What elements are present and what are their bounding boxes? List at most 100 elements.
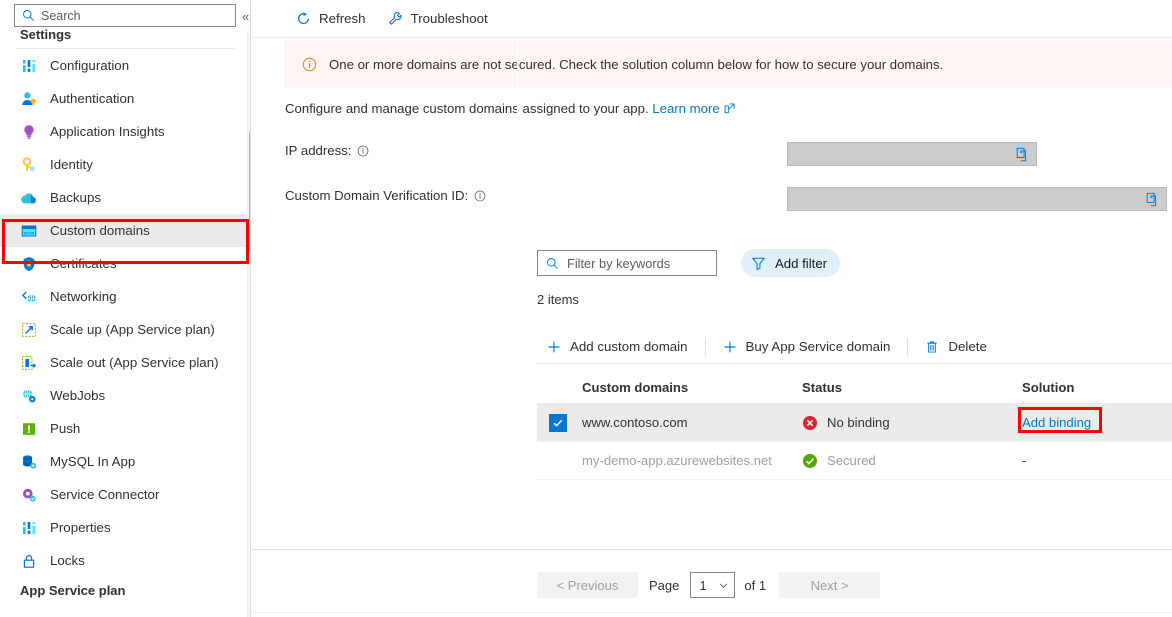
search-box[interactable]	[14, 4, 236, 27]
sidebar-item-custom-domains[interactable]: www Custom domains	[0, 214, 250, 247]
search-icon	[546, 257, 559, 270]
previous-page-button[interactable]: < Previous	[537, 572, 638, 598]
plus-icon	[723, 340, 737, 354]
info-icon[interactable]	[357, 145, 369, 157]
table-row[interactable]: my-demo-app.azurewebsites.net Secured - …	[537, 442, 1172, 480]
page-number-select[interactable]: 1	[690, 572, 736, 598]
warning-banner-text: One or more domains are not secured. Che…	[329, 56, 944, 72]
ip-address-label: IP address:	[285, 143, 369, 158]
page-number-value: 1	[699, 577, 707, 593]
sidebar-item-label: Scale up (App Service plan)	[50, 322, 215, 337]
filter-box[interactable]	[537, 250, 717, 276]
service-connector-icon	[20, 486, 38, 504]
item-count: 2 items	[537, 292, 579, 307]
main-content: Refresh Troubleshoot One or more domains…	[252, 0, 1172, 617]
add-custom-domain-label: Add custom domain	[570, 339, 688, 354]
verification-id-label-text: Custom Domain Verification ID:	[285, 188, 469, 203]
delete-label: Delete	[948, 339, 987, 354]
column-header-solution[interactable]: Solution	[1022, 380, 1172, 395]
delete-button[interactable]: Delete	[915, 332, 996, 362]
filter-funnel-icon	[751, 256, 766, 271]
next-page-button[interactable]: Next >	[779, 572, 881, 598]
sidebar-item-locks[interactable]: Locks	[0, 544, 250, 577]
sidebar-scrollbar[interactable]	[247, 30, 250, 617]
user-key-icon	[20, 90, 38, 108]
sidebar-group-settings: Settings	[20, 28, 72, 42]
sidebar-item-label: Networking	[50, 289, 117, 304]
sidebar-item-push[interactable]: Push	[0, 412, 250, 445]
status-label: No binding	[827, 415, 890, 430]
ip-address-label-text: IP address:	[285, 143, 352, 158]
sidebar-item-service-connector[interactable]: Service Connector	[0, 478, 250, 511]
page-command-bar: Refresh Troubleshoot	[252, 0, 1172, 38]
trash-icon	[925, 340, 939, 354]
sidebar-item-webjobs[interactable]: WebJobs	[0, 379, 250, 412]
info-circle-icon	[302, 57, 317, 72]
sidebar-item-label: Identity	[50, 157, 93, 172]
status-label: Secured	[827, 453, 876, 468]
sidebar-scrollbar-thumb[interactable]	[249, 130, 250, 253]
add-custom-domain-button[interactable]: Add custom domain	[537, 332, 698, 362]
learn-more-link[interactable]: Learn more	[652, 101, 719, 116]
sidebar-item-scale-up[interactable]: Scale up (App Service plan)	[0, 313, 250, 346]
sidebar-item-identity[interactable]: Identity	[0, 148, 250, 181]
webjobs-icon	[20, 387, 38, 405]
sidebar-item-backups[interactable]: Backups	[0, 181, 250, 214]
sidebar-group-app-service-plan: App Service plan	[20, 584, 126, 598]
add-binding-link[interactable]: Add binding	[1022, 415, 1091, 430]
buy-app-service-domain-button[interactable]: Buy App Service domain	[713, 332, 901, 362]
plus-icon	[547, 340, 561, 354]
sidebar-item-label: Properties	[50, 520, 111, 535]
collapse-sidebar-icon[interactable]: «	[242, 10, 249, 23]
info-icon[interactable]	[474, 190, 486, 202]
ip-address-value-box[interactable]	[787, 142, 1037, 166]
troubleshoot-button[interactable]: Troubleshoot	[380, 5, 496, 33]
lock-icon	[20, 552, 38, 570]
column-header-status[interactable]: Status	[802, 380, 1022, 395]
scale-up-icon	[20, 321, 38, 339]
key-icon	[20, 156, 38, 174]
network-icon	[20, 288, 38, 306]
add-filter-button[interactable]: Add filter	[741, 249, 841, 277]
sidebar-nav-scroll: Settings Configuration Authentication Ap…	[0, 28, 250, 617]
sidebar-item-networking[interactable]: Networking	[0, 280, 250, 313]
footer-bottom-divider	[252, 612, 1172, 613]
add-filter-label: Add filter	[775, 255, 828, 271]
cell-solution: Add binding	[1018, 407, 1172, 433]
shield-lock-icon	[20, 255, 38, 273]
refresh-button[interactable]: Refresh	[288, 5, 374, 33]
table-row[interactable]: www.contoso.com No binding Add binding -	[537, 404, 1172, 442]
row-checkbox[interactable]	[549, 413, 567, 432]
footer-divider	[252, 549, 1172, 550]
sidebar-item-configuration[interactable]: Configuration	[0, 49, 250, 82]
azure-portal-screen: « Settings Configuration	[0, 0, 1172, 617]
lightbulb-icon	[20, 123, 38, 141]
table-header-row: Custom domains Status Solution Binding t…	[537, 372, 1172, 404]
push-icon	[20, 420, 38, 438]
success-status-icon	[802, 453, 818, 469]
page-label: Page	[649, 577, 680, 593]
copy-icon[interactable]	[1015, 147, 1030, 162]
page-description: Configure and manage custom domains assi…	[285, 101, 735, 117]
troubleshoot-label: Troubleshoot	[410, 11, 488, 26]
content-left-rule	[517, 0, 518, 550]
sidebar-item-application-insights[interactable]: Application Insights	[0, 115, 250, 148]
sidebar-item-label: Application Insights	[50, 124, 165, 139]
filter-input[interactable]	[567, 255, 697, 271]
sidebar-item-properties[interactable]: Properties	[0, 511, 250, 544]
search-icon	[22, 9, 35, 22]
scale-out-icon	[20, 354, 38, 372]
column-header-custom-domains[interactable]: Custom domains	[582, 380, 802, 395]
cloud-backup-icon	[20, 189, 38, 207]
warning-banner: One or more domains are not secured. Che…	[284, 40, 1172, 88]
sidebar-item-authentication[interactable]: Authentication	[0, 82, 250, 115]
search-input[interactable]	[41, 6, 211, 25]
sidebar-item-scale-out[interactable]: Scale out (App Service plan)	[0, 346, 250, 379]
database-icon	[20, 453, 38, 471]
sidebar-item-mysql-in-app[interactable]: MySQL In App	[0, 445, 250, 478]
page-description-text: Configure and manage custom domains assi…	[285, 101, 649, 116]
sidebar-item-label: Push	[50, 421, 81, 436]
verification-id-value-box[interactable]	[787, 187, 1167, 211]
copy-icon[interactable]	[1145, 192, 1160, 207]
sidebar-item-certificates[interactable]: Certificates	[0, 247, 250, 280]
